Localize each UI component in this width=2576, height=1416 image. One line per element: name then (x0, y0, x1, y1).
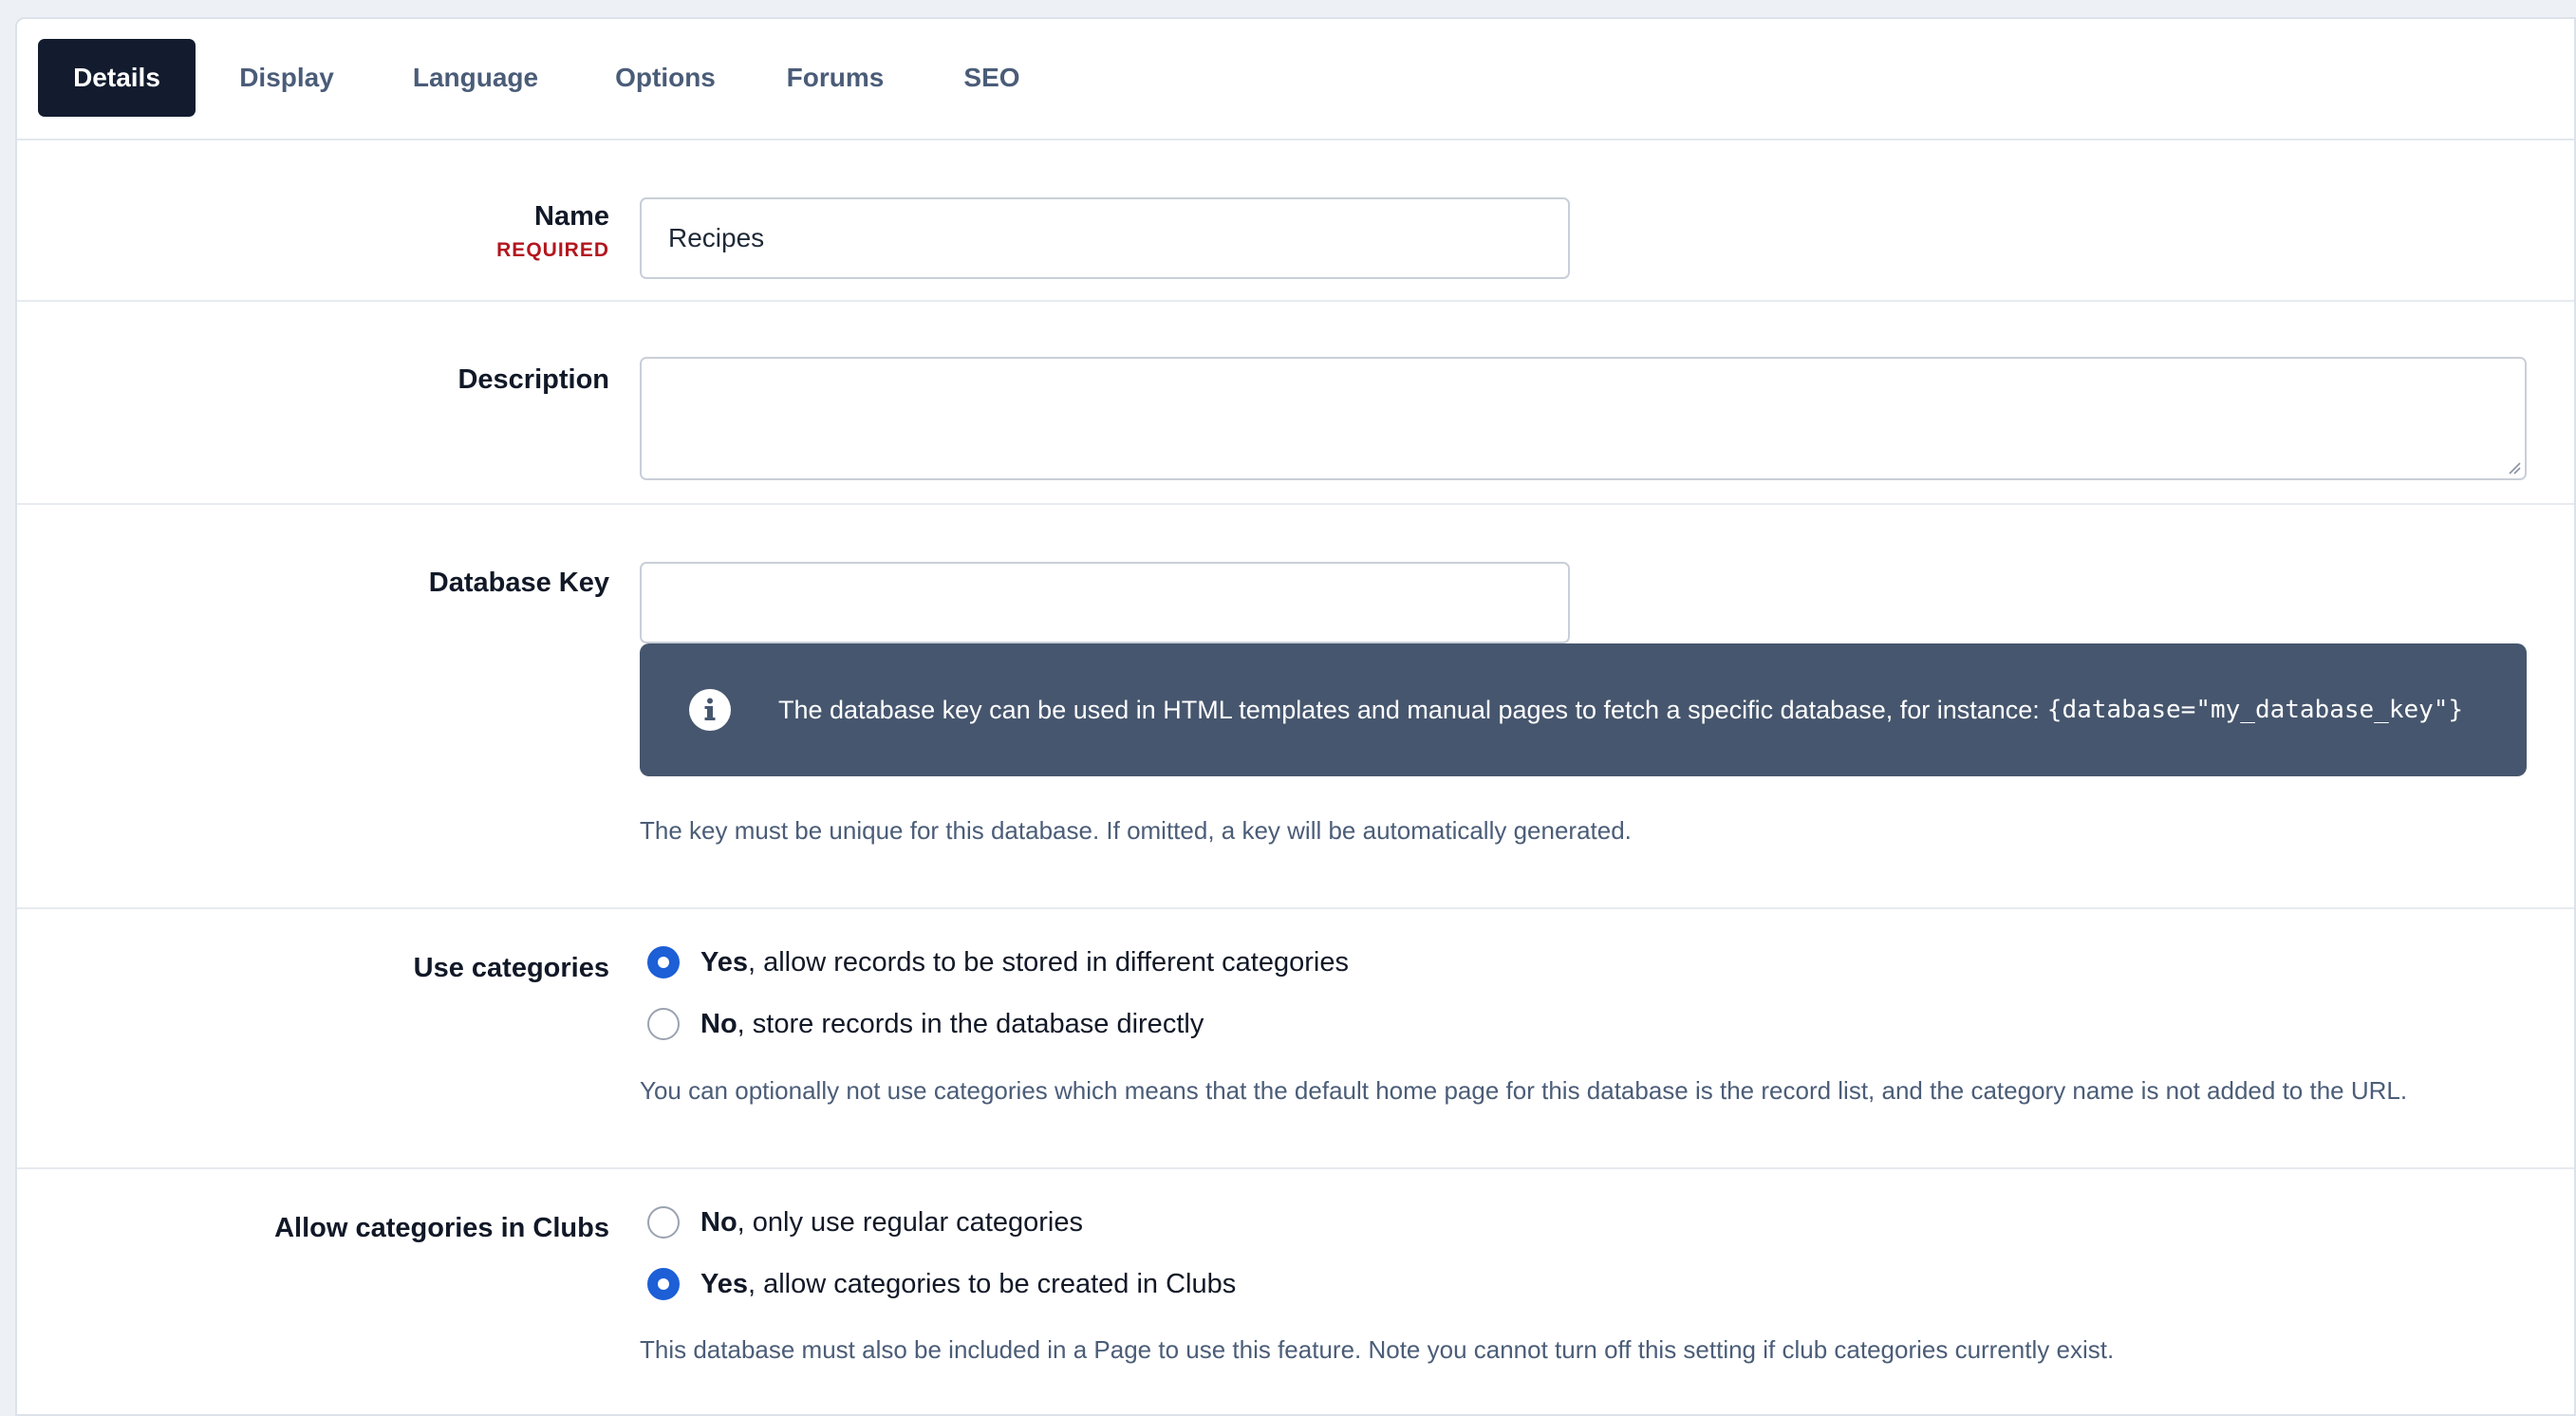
description-row: Description (17, 302, 2574, 505)
info-code: {database="my_database_key"} (2046, 696, 2464, 724)
info-text: The database key can be used in HTML tem… (778, 695, 2040, 724)
option-text: , allow categories to be created in Club… (748, 1268, 1237, 1299)
option-bold-yes: Yes (700, 1268, 748, 1299)
name-row: Name REQUIRED Recipes (17, 140, 2574, 302)
radio-no-categories[interactable] (647, 1008, 680, 1040)
option-bold-no: No (700, 1008, 737, 1039)
option-bold-no: No (700, 1206, 737, 1238)
radio-yes-clubs[interactable] (647, 1268, 680, 1300)
club-categories-help: This database must also be included in a… (640, 1335, 2115, 1364)
club-categories-no-option[interactable]: No, only use regular categories (647, 1203, 1083, 1241)
club-categories-label: Allow categories in Clubs (274, 1213, 609, 1243)
tab-bar: Details Display Language Options Forums … (17, 19, 2574, 140)
tab-seo[interactable]: SEO (940, 39, 1044, 117)
database-key-help: The key must be unique for this database… (640, 816, 1632, 845)
radio-yes-categories[interactable] (647, 946, 680, 978)
use-categories-label: Use categories (413, 953, 609, 983)
info-icon (689, 689, 731, 731)
description-textarea[interactable] (640, 357, 2527, 480)
club-categories-yes-option[interactable]: Yes, allow categories to be created in C… (647, 1265, 1236, 1303)
club-categories-row: Allow categories in Clubs (17, 1169, 2574, 1414)
tab-details[interactable]: Details (38, 39, 196, 117)
description-label: Description (457, 364, 609, 395)
radio-no-clubs[interactable] (647, 1206, 680, 1239)
tab-options[interactable]: Options (594, 39, 737, 117)
tab-language[interactable]: Language (395, 39, 556, 117)
form-panel: Details Display Language Options Forums … (15, 17, 2576, 1416)
use-categories-help: You can optionally not use categories wh… (640, 1076, 2408, 1105)
tab-forums[interactable]: Forums (767, 39, 904, 117)
required-badge: REQUIRED (496, 239, 609, 261)
use-categories-no-option[interactable]: No, store records in the database direct… (647, 1005, 1204, 1043)
option-text: , only use regular categories (737, 1206, 1083, 1238)
name-input[interactable]: Recipes (640, 197, 1570, 279)
database-key-info-box: The database key can be used in HTML tem… (640, 643, 2527, 776)
name-label: Name (534, 201, 609, 232)
database-key-label: Database Key (428, 568, 609, 598)
use-categories-yes-option[interactable]: Yes, allow records to be stored in diffe… (647, 943, 1349, 981)
database-key-input[interactable] (640, 562, 1570, 643)
option-bold-yes: Yes (700, 946, 748, 978)
tab-display[interactable]: Display (220, 39, 353, 117)
option-text: , allow records to be stored in differen… (748, 946, 1349, 978)
resize-grip-icon[interactable] (2508, 461, 2521, 475)
option-text: , store records in the database directly (737, 1008, 1204, 1039)
